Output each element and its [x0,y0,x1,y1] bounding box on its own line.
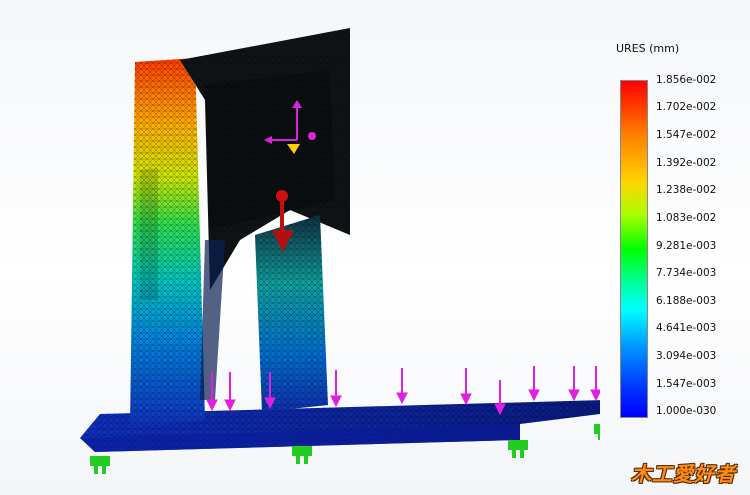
legend-tick: 1.856e-002 [656,74,717,86]
legend-tick: 1.083e-002 [656,212,717,224]
magenta-force-arrow-icon [568,366,580,402]
legend-tick: 1.547e-002 [656,129,717,141]
green-fixture-icon [90,456,110,474]
magenta-force-arrow-icon [330,370,342,408]
green-fixture-icon [508,440,528,458]
magenta-force-arrow-icon [528,366,540,402]
magenta-force-arrow-icon [396,368,408,405]
magenta-force-arrow-icon [224,372,236,412]
legend-tick: 1.238e-002 [656,184,717,196]
magenta-force-arrow-icon [460,368,472,406]
legend-tick: 9.281e-003 [656,240,717,252]
legend-tick: 6.188e-003 [656,295,717,307]
magenta-force-arrow-icon [590,366,600,402]
left-leg [130,58,205,428]
color-scale-bar [620,80,648,418]
legend-tick: 1.392e-002 [656,157,717,169]
watermark-logo: 木工愛好者 [606,454,744,490]
fea-model-viewport[interactable] [0,0,600,495]
green-fixture-icon [292,446,312,464]
legend-tick: 3.094e-003 [656,350,717,362]
legend-tick: 1.000e-030 [656,405,717,417]
legend-tick: 7.734e-003 [656,267,717,279]
legend-tick: 1.702e-002 [656,101,717,113]
legend-tick: 4.641e-003 [656,322,717,334]
result-legend: URES (mm) 1.856e-002 1.702e-002 1.547e-0… [600,0,750,495]
legend-title: URES (mm) [616,42,680,55]
right-leg [200,215,328,412]
watermark-text: 木工愛好者 [631,462,736,486]
legend-tick: 1.547e-003 [656,378,717,390]
